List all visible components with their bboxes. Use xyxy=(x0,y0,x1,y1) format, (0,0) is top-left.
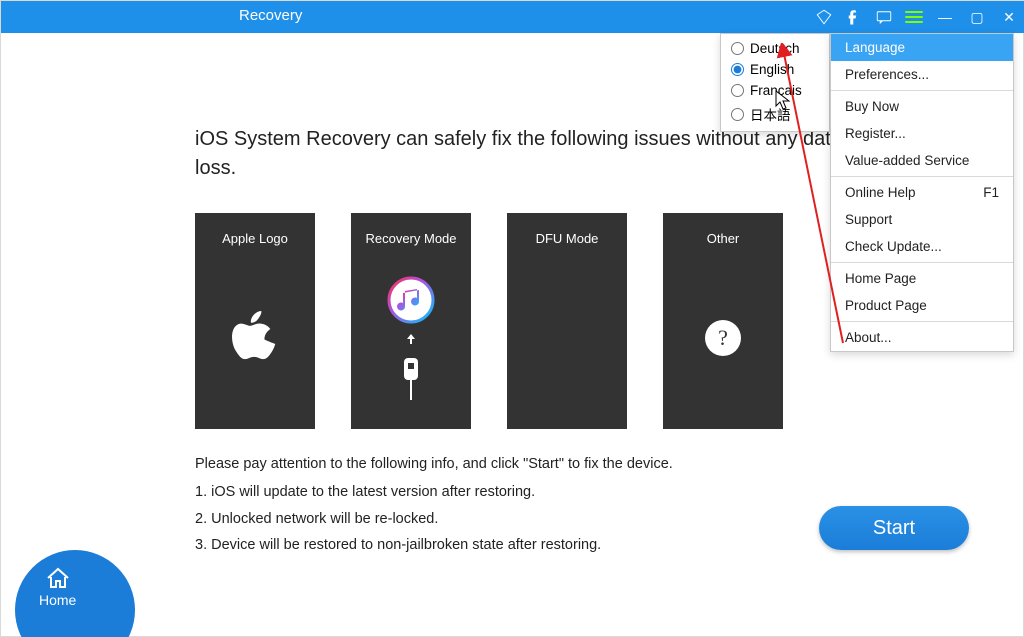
menu-preferences[interactable]: Preferences... xyxy=(831,61,1013,88)
menu-help[interactable]: Online HelpF1 xyxy=(831,179,1013,206)
info-lead: Please pay attention to the following in… xyxy=(195,453,835,475)
home-button[interactable]: Home xyxy=(15,550,135,637)
hamburger-icon[interactable] xyxy=(905,8,923,26)
menu-update[interactable]: Check Update... xyxy=(831,233,1013,260)
language-submenu[interactable]: Deutsch English Français 日本語 xyxy=(720,33,830,132)
menu-support[interactable]: Support xyxy=(831,206,1013,233)
menu-separator xyxy=(831,321,1013,322)
heading-text: iOS System Recovery can safely fix the f… xyxy=(195,125,875,183)
tile-recovery-mode[interactable]: Recovery Mode xyxy=(351,213,471,429)
menu-homepage[interactable]: Home Page xyxy=(831,265,1013,292)
hamburger-menu[interactable]: Language Preferences... Buy Now Register… xyxy=(830,33,1014,352)
minimize-button[interactable]: — xyxy=(935,1,955,33)
maximize-button[interactable]: ▢ xyxy=(967,1,987,33)
diamond-icon[interactable] xyxy=(815,8,833,26)
tile-dfu-mode[interactable]: DFU Mode xyxy=(507,213,627,429)
menu-buy[interactable]: Buy Now xyxy=(831,93,1013,120)
menu-language[interactable]: Language xyxy=(831,34,1013,61)
facebook-icon[interactable] xyxy=(845,8,863,26)
menu-register[interactable]: Register... xyxy=(831,120,1013,147)
info-line: 1. iOS will update to the latest version… xyxy=(195,481,835,503)
info-line: 3. Device will be restored to non-jailbr… xyxy=(195,534,835,556)
issue-tiles: Apple Logo Recovery Mode xyxy=(195,213,783,429)
menu-about[interactable]: About... xyxy=(831,324,1013,351)
svg-text:?: ? xyxy=(718,325,728,350)
tile-label: Apple Logo xyxy=(222,231,288,246)
lang-option-de[interactable]: Deutsch xyxy=(721,38,829,59)
lang-option-en[interactable]: English xyxy=(721,59,829,80)
start-button[interactable]: Start xyxy=(819,506,969,550)
title-bar: Recovery — ▢ ✕ xyxy=(1,1,1024,33)
tile-label: Other xyxy=(707,231,740,246)
feedback-icon[interactable] xyxy=(875,8,893,26)
tile-label: DFU Mode xyxy=(536,231,599,246)
tile-apple-logo[interactable]: Apple Logo xyxy=(195,213,315,429)
tile-other[interactable]: Other ? xyxy=(663,213,783,429)
close-button[interactable]: ✕ xyxy=(999,1,1019,33)
home-icon xyxy=(45,566,71,590)
question-icon: ? xyxy=(703,318,743,358)
info-block: Please pay attention to the following in… xyxy=(195,453,835,561)
menu-separator xyxy=(831,262,1013,263)
menu-productpage[interactable]: Product Page xyxy=(831,292,1013,319)
tile-label: Recovery Mode xyxy=(365,231,456,246)
title-text: Recovery xyxy=(239,7,302,24)
start-label: Start xyxy=(873,517,915,540)
itunes-icon xyxy=(387,276,435,400)
lang-option-fr[interactable]: Français xyxy=(721,80,829,101)
menu-separator xyxy=(831,90,1013,91)
info-line: 2. Unlocked network will be re-locked. xyxy=(195,508,835,530)
home-label: Home xyxy=(39,592,76,608)
lang-option-ja[interactable]: 日本語 xyxy=(721,101,829,127)
apple-icon xyxy=(232,311,278,365)
window-icons: — ▢ ✕ xyxy=(815,1,1019,33)
menu-separator xyxy=(831,176,1013,177)
menu-vas[interactable]: Value-added Service xyxy=(831,147,1013,174)
